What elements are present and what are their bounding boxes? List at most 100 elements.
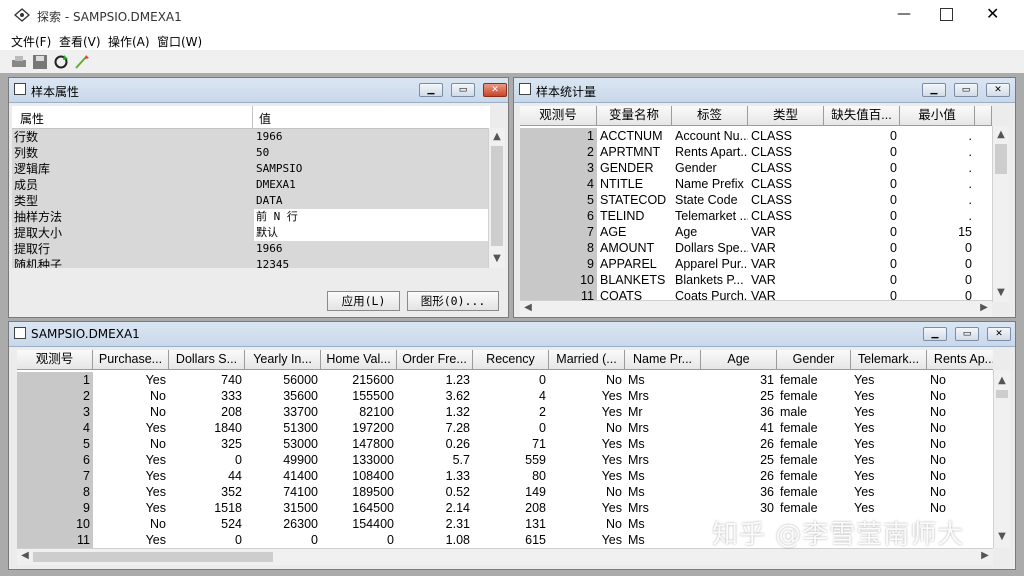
table-row[interactable]: 10 BLANKETS Blankets P... VAR 0 0	[520, 272, 992, 288]
maximize-icon[interactable]: ▭	[955, 327, 979, 341]
property-value[interactable]: 50	[254, 145, 490, 161]
menu-file[interactable]: 文件(F)	[11, 33, 51, 50]
column-header[interactable]: Married (...	[549, 350, 625, 370]
minimize-icon[interactable]: ▁	[923, 327, 947, 341]
properties-vscroll[interactable]: ▲ ▼	[488, 128, 505, 268]
print-icon[interactable]	[11, 54, 27, 70]
scroll-thumb[interactable]	[33, 552, 273, 562]
property-value[interactable]: 1966	[254, 129, 490, 145]
property-value[interactable]: DATA	[254, 193, 490, 209]
apply-button[interactable]: 应用(L)	[327, 291, 400, 311]
table-cell: 71	[473, 436, 549, 452]
table-row[interactable]: 7 AGE Age VAR 0 15	[520, 224, 992, 240]
column-header[interactable]: 变量名称	[597, 106, 672, 126]
property-row[interactable]: 抽样方法 前 N 行	[12, 209, 490, 226]
statistics-vscroll[interactable]: ▲ ▼	[992, 126, 1009, 302]
table-row[interactable]: 2 No 333 35600 155500 3.62 4 Yes Mrs 25 female Yes N…	[17, 388, 993, 404]
table-cell: Yes	[93, 420, 169, 436]
table-row[interactable]: 2 APRTMNT Rents Apart... CLASS 0.	[520, 144, 992, 160]
property-value[interactable]: 1966	[254, 241, 490, 257]
property-value[interactable]: 默认	[254, 225, 490, 241]
scroll-left-icon[interactable]: ◀	[520, 301, 536, 315]
scroll-up-icon[interactable]: ▲	[993, 128, 1009, 142]
scroll-up-icon[interactable]: ▲	[994, 374, 1010, 388]
table-row[interactable]: 5 No 325 53000 147800 0.26 71 Yes Ms 26 female Yes N…	[17, 436, 993, 452]
table-row[interactable]: 7 Yes 44 41400 108400 1.33 80 Yes Ms 26 female Yes N…	[17, 468, 993, 484]
maximize-icon[interactable]: ▭	[954, 83, 978, 97]
column-header[interactable]: Dollars S...	[169, 350, 245, 370]
table-row[interactable]: 6 Yes 0 49900 133000 5.7 559 Yes Mrs 25 female Yes N…	[17, 452, 993, 468]
table-row[interactable]: 1 ACCTNUM Account Nu... CLASS 0.	[520, 128, 992, 144]
column-header[interactable]: Home Val...	[321, 350, 397, 370]
statistics-hscroll[interactable]: ◀ ▶	[520, 300, 992, 317]
menu-view[interactable]: 查看(V)	[59, 33, 101, 50]
table-row[interactable]: 8 Yes 352 74100 189500 0.52 149 No Ms 36 female Yes…	[17, 484, 993, 500]
refresh-icon[interactable]	[53, 54, 69, 70]
scroll-thumb[interactable]	[996, 390, 1008, 398]
menu-action[interactable]: 操作(A)	[108, 33, 150, 50]
property-value[interactable]: 12345	[254, 257, 490, 268]
property-value[interactable]: DMEXA1	[254, 177, 490, 193]
column-header[interactable]: Recency	[473, 350, 549, 370]
minimize-icon[interactable]: —	[897, 6, 911, 22]
scroll-down-icon[interactable]: ▼	[994, 530, 1010, 544]
table-cell: Yes	[851, 388, 927, 404]
column-header[interactable]: 最小值	[900, 106, 975, 126]
table-row[interactable]: 4 NTITLE Name Prefix CLASS 0.	[520, 176, 992, 192]
property-row[interactable]: 类型 DATA	[12, 193, 490, 210]
save-icon[interactable]	[32, 54, 48, 70]
table-row[interactable]: 5 STATECOD State Code CLASS 0.	[520, 192, 992, 208]
column-header[interactable]: 类型	[748, 106, 824, 126]
column-header[interactable]: Gender	[777, 350, 851, 370]
table-row[interactable]: 3 GENDER Gender CLASS 0.	[520, 160, 992, 176]
minimize-icon[interactable]: ▁	[419, 83, 443, 97]
table-row[interactable]: 1 Yes 740 56000 215600 1.23 0 No Ms 31 female Yes No	[17, 372, 993, 388]
column-header[interactable]: 标签	[672, 106, 748, 126]
minimize-icon[interactable]: ▁	[922, 83, 946, 97]
menu-window[interactable]: 窗口(W)	[157, 33, 202, 50]
property-row[interactable]: 逻辑库 SAMPSIO	[12, 161, 490, 178]
scroll-thumb[interactable]	[995, 144, 1007, 174]
column-header[interactable]: 缺失值百...	[824, 106, 900, 126]
scroll-right-icon[interactable]: ▶	[977, 549, 993, 563]
table-row[interactable]: 9 APPAREL Apparel Pur... VAR 0 0	[520, 256, 992, 272]
property-row[interactable]: 提取行 1966	[12, 241, 490, 258]
scroll-thumb[interactable]	[491, 146, 503, 246]
property-row[interactable]: 提取大小 默认	[12, 225, 490, 242]
maximize-icon[interactable]: ▭	[451, 83, 475, 97]
scroll-left-icon[interactable]: ◀	[17, 549, 33, 563]
scroll-down-icon[interactable]: ▼	[489, 252, 505, 266]
data-vscroll[interactable]: ▲ ▼	[993, 370, 1010, 548]
column-header[interactable]: Order Fre...	[397, 350, 473, 370]
property-value[interactable]: 前 N 行	[254, 209, 490, 225]
property-row[interactable]: 随机种子 12345	[12, 257, 490, 268]
window-titlebar: 探索 - SAMPSIO.DMEXA1 — ✕	[0, 0, 1024, 30]
wizard-icon[interactable]	[74, 54, 90, 70]
column-header[interactable]: Telemark...	[851, 350, 927, 370]
column-header[interactable]: 观测号	[17, 350, 93, 370]
maximize-icon[interactable]	[940, 8, 953, 21]
graph-button[interactable]: 图形(0)...	[407, 291, 499, 311]
table-row[interactable]: 4 Yes 1840 51300 197200 7.28 0 No Mrs 41 female Yes…	[17, 420, 993, 436]
close-icon[interactable]: ✕	[987, 327, 1011, 341]
table-row[interactable]: 6 TELIND Telemarket ... CLASS 0.	[520, 208, 992, 224]
close-icon[interactable]: ✕	[986, 4, 999, 23]
column-header[interactable]: Yearly In...	[245, 350, 321, 370]
close-icon[interactable]: ✕	[986, 83, 1010, 97]
scroll-right-icon[interactable]: ▶	[976, 301, 992, 315]
scroll-up-icon[interactable]: ▲	[489, 130, 505, 144]
property-value[interactable]: SAMPSIO	[254, 161, 490, 177]
column-header[interactable]: Name Pr...	[625, 350, 701, 370]
scroll-down-icon[interactable]: ▼	[993, 286, 1009, 300]
column-header[interactable]: Purchase...	[93, 350, 169, 370]
close-icon[interactable]: ✕	[483, 83, 507, 97]
column-header[interactable]: 观测号	[520, 106, 597, 126]
column-header[interactable]: Rents Ap...	[927, 350, 993, 370]
column-header[interactable]	[975, 106, 992, 126]
table-row[interactable]: 8 AMOUNT Dollars Spe... VAR 0 0	[520, 240, 992, 256]
property-row[interactable]: 成员 DMEXA1	[12, 177, 490, 194]
property-row[interactable]: 行数 1966	[12, 129, 490, 146]
column-header[interactable]: Age	[701, 350, 777, 370]
table-row[interactable]: 3 No 208 33700 82100 1.32 2 Yes Mr 36 male Yes No	[17, 404, 993, 420]
property-row[interactable]: 列数 50	[12, 145, 490, 162]
